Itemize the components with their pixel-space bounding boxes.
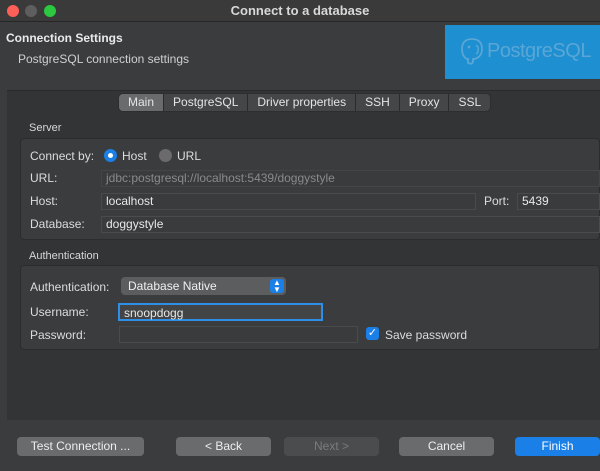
url-radio[interactable] [159,149,172,162]
select-arrows-icon: ▲ ▼ [270,279,284,294]
tab-proxy[interactable]: Proxy [400,94,450,111]
url-radio-label[interactable]: URL [177,149,201,163]
host-field[interactable]: localhost [101,193,476,210]
server-section-label: Server [29,122,62,134]
authentication-section-label: Authentication [29,250,99,262]
authentication-select[interactable]: Database Native ▲ ▼ [121,277,286,295]
header-subtitle: PostgreSQL connection settings [18,52,189,66]
settings-tabs: Main PostgreSQL Driver properties SSH Pr… [118,93,492,112]
save-password-label[interactable]: Save password [385,328,467,342]
host-radio-label[interactable]: Host [122,149,147,163]
tab-ssl[interactable]: SSL [449,94,490,111]
save-password-checkbox[interactable]: ✓ [366,327,379,340]
header-title: Connection Settings [6,31,123,45]
port-label: Port: [484,194,510,208]
tab-main[interactable]: Main [119,94,165,111]
next-button[interactable]: Next > [284,437,379,456]
test-connection-button[interactable]: Test Connection ... [17,437,144,456]
dialog-header: Connection Settings PostgreSQL connectio… [0,22,600,84]
username-field[interactable]: snoopdogg [118,303,323,321]
elephant-icon [461,38,483,65]
tab-postgresql[interactable]: PostgreSQL [164,94,249,111]
tab-ssh[interactable]: SSH [356,94,400,111]
back-button[interactable]: < Back [176,437,271,456]
cancel-button[interactable]: Cancel [399,437,494,456]
connect-by-label: Connect by: [30,149,95,163]
host-label: Host: [30,194,59,208]
authentication-select-value: Database Native [128,279,217,293]
authentication-label: Authentication: [30,280,110,294]
tab-driver-properties[interactable]: Driver properties [248,94,357,111]
port-field[interactable]: 5439 [517,193,600,210]
password-field[interactable] [119,326,358,343]
finish-button[interactable]: Finish [515,437,600,456]
brand-wordmark: PostgreSQL [487,40,591,62]
database-label: Database: [30,217,85,231]
title-bar: Connect to a database [0,0,600,22]
url-field[interactable]: jdbc:postgresql://localhost:5439/doggyst… [101,170,600,187]
postgresql-logo: PostgreSQL [445,25,600,79]
host-radio[interactable] [104,149,117,162]
window-title: Connect to a database [230,3,370,18]
password-label: Password: [30,328,87,342]
url-label: URL: [30,171,58,185]
username-label: Username: [30,305,89,319]
database-field[interactable]: doggystyle [101,216,600,233]
